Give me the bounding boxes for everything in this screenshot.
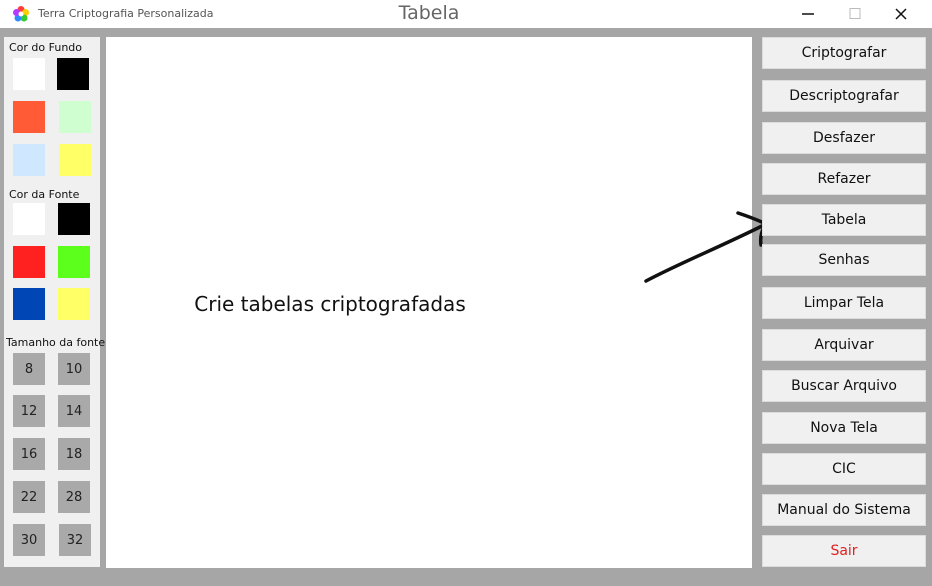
encrypt-button[interactable]: Criptografar bbox=[762, 37, 926, 69]
bg-color-swatch[interactable] bbox=[13, 101, 45, 133]
font-size-button[interactable]: 28 bbox=[58, 481, 90, 513]
font-size-button[interactable]: 12 bbox=[13, 395, 45, 427]
title-bar: Terra Criptografia Personalizada Tabela bbox=[0, 0, 932, 28]
clear-screen-button[interactable]: Limpar Tela bbox=[762, 287, 926, 319]
bg-color-swatch[interactable] bbox=[57, 58, 89, 90]
find-file-button[interactable]: Buscar Arquivo bbox=[762, 370, 926, 402]
exit-button[interactable]: Sair bbox=[762, 535, 926, 567]
undo-button[interactable]: Desfazer bbox=[762, 122, 926, 154]
font-color-swatch[interactable] bbox=[58, 246, 90, 278]
table-button[interactable]: Tabela bbox=[762, 204, 926, 236]
font-size-label: Tamanho da fonte bbox=[6, 336, 106, 349]
font-size-button[interactable]: 16 bbox=[13, 438, 45, 470]
font-size-button[interactable]: 30 bbox=[13, 524, 45, 556]
font-color-swatch[interactable] bbox=[13, 246, 45, 278]
minimize-icon bbox=[802, 13, 814, 15]
maximize-button[interactable] bbox=[832, 0, 878, 28]
cic-button[interactable]: CIC bbox=[762, 453, 926, 485]
system-manual-button[interactable]: Manual do Sistema bbox=[762, 494, 926, 526]
new-screen-button[interactable]: Nova Tela bbox=[762, 412, 926, 444]
font-size-button[interactable]: 32 bbox=[59, 524, 91, 556]
redo-button[interactable]: Refazer bbox=[762, 163, 926, 195]
font-color-swatch[interactable] bbox=[13, 203, 45, 235]
font-size-button[interactable]: 22 bbox=[13, 481, 45, 513]
font-size-button[interactable]: 18 bbox=[58, 438, 90, 470]
minimize-button[interactable] bbox=[785, 0, 831, 28]
bg-color-swatch[interactable] bbox=[59, 144, 91, 176]
font-size-button[interactable]: 14 bbox=[58, 395, 90, 427]
decrypt-button[interactable]: Descriptografar bbox=[762, 80, 926, 112]
bg-color-swatch[interactable] bbox=[13, 58, 45, 90]
font-color-swatch[interactable] bbox=[58, 203, 90, 235]
close-button[interactable] bbox=[878, 0, 924, 28]
close-icon bbox=[895, 8, 907, 20]
canvas-text: Crie tabelas criptografadas bbox=[194, 292, 466, 316]
bg-color-swatch[interactable] bbox=[59, 101, 91, 133]
archive-button[interactable]: Arquivar bbox=[762, 329, 926, 361]
font-color-label: Cor da Fonte bbox=[9, 188, 80, 201]
font-size-button[interactable]: 8 bbox=[13, 353, 45, 385]
window-caption: Tabela bbox=[398, 2, 460, 24]
maximize-icon bbox=[849, 8, 861, 19]
arrow-annotation-icon bbox=[644, 211, 768, 283]
font-size-button[interactable]: 10 bbox=[58, 353, 90, 385]
bg-color-label: Cor do Fundo bbox=[9, 41, 83, 54]
passwords-button[interactable]: Senhas bbox=[762, 244, 926, 276]
bg-color-swatch[interactable] bbox=[13, 144, 45, 176]
